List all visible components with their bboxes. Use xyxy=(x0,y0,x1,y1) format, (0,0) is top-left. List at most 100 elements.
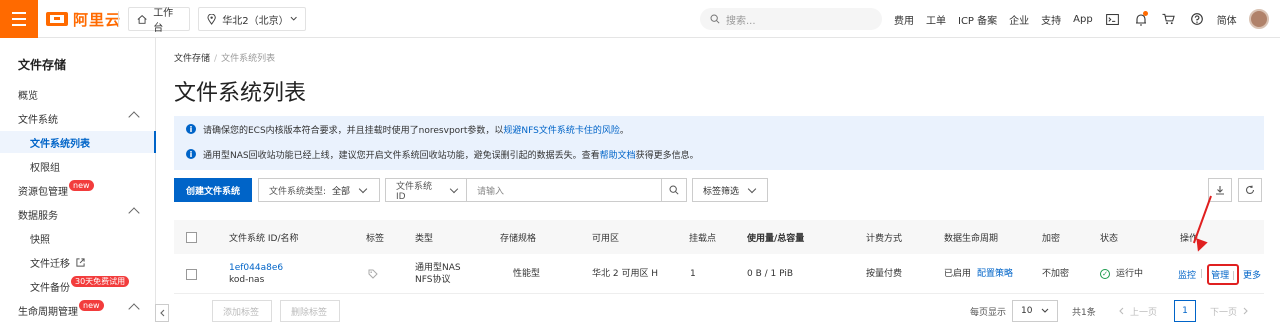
manage-link[interactable]: 管理 xyxy=(1211,271,1229,281)
workbench-button[interactable]: 工作台 xyxy=(128,7,190,34)
sidebar-item-resource-package[interactable]: 资源包管理 new xyxy=(0,179,156,201)
notification-bell-icon[interactable] xyxy=(1133,11,1149,27)
id-filter-label: 文件系统ID xyxy=(396,181,433,202)
search-button[interactable] xyxy=(661,178,687,202)
info-icon: i xyxy=(186,149,196,159)
sidebar-item-overview[interactable]: 概览 xyxy=(0,83,156,105)
top-link-tickets[interactable]: 工单 xyxy=(926,12,946,27)
current-page[interactable]: 1 xyxy=(1174,300,1196,322)
region-label: 华北2（北京） xyxy=(222,15,289,27)
lifecycle-status: 已启用 xyxy=(944,269,972,279)
language-switch[interactable]: 简体 xyxy=(1217,12,1237,27)
cart-icon[interactable] xyxy=(1161,11,1177,27)
breadcrumb-root[interactable]: 文件存储 xyxy=(174,54,210,64)
download-icon xyxy=(1216,186,1224,195)
sidebar-item-file-backup[interactable]: 文件备份 30天免费试用 xyxy=(0,275,156,297)
select-all-checkbox[interactable] xyxy=(186,220,197,254)
chevron-left-icon xyxy=(160,309,165,317)
sidebar-title: 文件存储 xyxy=(18,58,67,72)
total-count: 共1条 xyxy=(1072,307,1096,318)
file-system-search-input[interactable]: 请输入 xyxy=(466,178,662,202)
sidebar-item-label: 资源包管理 xyxy=(18,186,68,198)
notice-link[interactable]: 规避NFS文件系统卡住的风险 xyxy=(503,126,619,136)
top-link-billing[interactable]: 费用 xyxy=(894,12,914,27)
next-page-button[interactable]: 下一页 xyxy=(1210,300,1249,322)
usage-cell: 0 B / 1 PiB xyxy=(747,269,794,279)
chevron-up-icon xyxy=(128,207,140,219)
sidebar: 文件存储 概览 文件系统 文件系统列表 权限组 资源包管理 new 数据服务 快照… xyxy=(0,38,156,322)
new-badge: new xyxy=(79,299,104,311)
chevron-up-icon xyxy=(128,111,140,123)
sidebar-item-label: 文件备份 xyxy=(30,282,70,294)
new-badge: new xyxy=(69,179,94,191)
chevron-down-icon xyxy=(449,184,459,193)
status-cell: ✓ 运行中 xyxy=(1100,254,1143,294)
breadcrumb: 文件存储 / 文件系统列表 xyxy=(174,54,276,64)
tag-cell[interactable] xyxy=(368,254,378,294)
top-links: 费用 工单 ICP 备案 企业 支持 App 简体 xyxy=(894,0,1269,38)
top-link-app[interactable]: App xyxy=(1073,14,1093,25)
chevron-down-icon xyxy=(1041,308,1049,313)
divider xyxy=(118,11,119,27)
operations-cell: 监控 | 管理 | 更多 xyxy=(1178,254,1261,294)
row-checkbox[interactable] xyxy=(186,254,197,294)
tag-filter-label: 标签筛选 xyxy=(703,186,740,197)
monitor-link[interactable]: 监控 xyxy=(1178,268,1196,281)
global-search-input[interactable]: 搜索... xyxy=(700,8,882,30)
file-system-id-link[interactable]: 1ef044a8e6 xyxy=(229,262,283,274)
chevron-left-icon xyxy=(1119,307,1124,315)
top-link-icp[interactable]: ICP 备案 xyxy=(958,12,997,27)
type-cell: 通用型NAS NFS协议 xyxy=(415,254,461,294)
refresh-button[interactable] xyxy=(1238,178,1262,202)
user-avatar[interactable] xyxy=(1248,9,1269,29)
manage-link-highlight: 管理 | xyxy=(1207,263,1239,285)
top-link-support[interactable]: 支持 xyxy=(1041,12,1061,27)
region-selector[interactable]: 华北2（北京） xyxy=(198,7,306,31)
sidebar-item-file-migration[interactable]: 文件迁移 xyxy=(0,251,156,273)
billing-cell: 按量付费 xyxy=(866,269,903,279)
tag-filter-button[interactable]: 标签筛选 xyxy=(692,178,768,202)
sidebar-group-data-service[interactable]: 数据服务 xyxy=(0,203,156,225)
notice-tail: 。 xyxy=(619,125,629,136)
sidebar-group-lifecycle[interactable]: 生命周期管理 new xyxy=(0,299,156,321)
sidebar-item-label: 生命周期管理 xyxy=(18,306,78,318)
configure-policy-link[interactable]: 配置策略 xyxy=(977,268,1013,280)
sidebar-item-label: 数据服务 xyxy=(18,210,58,222)
sidebar-item-label: 权限组 xyxy=(30,162,60,174)
notification-dot xyxy=(1142,11,1148,16)
sidebar-collapse-button[interactable] xyxy=(155,304,169,322)
sidebar-item-snapshot[interactable]: 快照 xyxy=(0,227,156,249)
notice-link[interactable]: 帮助文档 xyxy=(600,151,636,161)
lifecycle-cell: 已启用 配置策略 xyxy=(944,254,1013,294)
more-link[interactable]: 更多 xyxy=(1243,268,1261,281)
create-file-system-button[interactable]: 创建文件系统 xyxy=(174,178,252,202)
refresh-icon xyxy=(1245,185,1255,194)
add-tag-button[interactable]: 添加标签 xyxy=(212,300,272,322)
file-system-type-filter[interactable]: 文件系统类型: 全部 xyxy=(258,178,380,202)
prev-page-label: 上一页 xyxy=(1130,307,1158,318)
sidebar-item-file-system-list[interactable]: 文件系统列表 xyxy=(0,131,156,153)
terminal-icon[interactable] xyxy=(1105,11,1121,27)
remove-tag-button[interactable]: 删除标签 xyxy=(280,300,340,322)
mount-count-cell: 1 xyxy=(690,269,696,279)
free-trial-badge: 30天免费试用 xyxy=(71,275,130,287)
search-placeholder: 请输入 xyxy=(477,186,505,197)
file-system-name: kod-nas xyxy=(229,275,265,285)
sidebar-item-permission-group[interactable]: 权限组 xyxy=(0,155,156,177)
download-button[interactable] xyxy=(1208,178,1232,202)
top-link-enterprise[interactable]: 企业 xyxy=(1009,12,1029,27)
tag-icon xyxy=(368,269,378,279)
chevron-down-icon xyxy=(358,184,368,193)
home-icon xyxy=(137,14,147,24)
sidebar-group-file-system[interactable]: 文件系统 xyxy=(0,107,156,129)
column-header: 文件系统 ID/名称 xyxy=(229,233,299,244)
external-link-icon xyxy=(76,257,85,267)
brand-name: 阿里云 xyxy=(73,10,122,29)
prev-page-button[interactable]: 上一页 xyxy=(1118,300,1157,322)
search-field-selector[interactable]: 文件系统ID xyxy=(385,178,467,202)
page-size-select[interactable]: 10 xyxy=(1012,300,1058,322)
hamburger-menu-button[interactable] xyxy=(0,0,38,38)
brand-logo[interactable]: 阿里云 xyxy=(46,0,121,38)
chevron-right-icon xyxy=(1243,307,1248,315)
help-icon[interactable] xyxy=(1189,11,1205,27)
